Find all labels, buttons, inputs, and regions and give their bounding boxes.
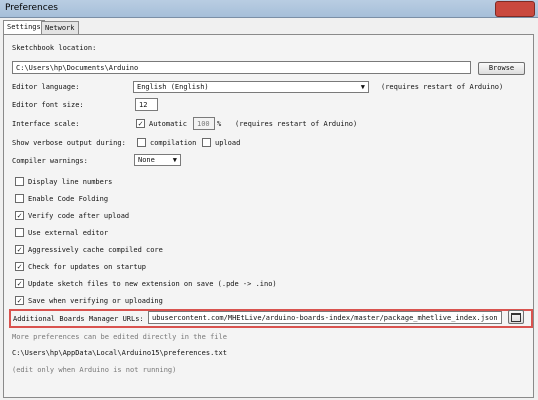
font-size-input[interactable]: 12 <box>135 98 158 111</box>
cache-core-checkbox[interactable]: ✓ <box>15 245 24 254</box>
window-icon <box>511 312 521 322</box>
title-bar: Preferences <box>0 0 538 18</box>
browse-button[interactable]: Browse <box>478 62 525 75</box>
option-label: Aggressively cache compiled core <box>28 246 163 254</box>
compiler-warnings-value: None <box>138 156 155 164</box>
option-label: Check for updates on startup <box>28 263 147 271</box>
save-when-verifying-checkbox[interactable]: ✓ <box>15 296 24 305</box>
update-extension-checkbox[interactable]: ✓ <box>15 279 24 288</box>
verbose-compilation-checkbox[interactable] <box>137 138 146 147</box>
close-button[interactable] <box>495 1 535 17</box>
check-updates-checkbox[interactable]: ✓ <box>15 262 24 271</box>
option-label: Update sketch files to new extension on … <box>28 280 277 288</box>
preferences-path: C:\Users\hp\AppData\Local\Arduino15\pref… <box>12 349 227 357</box>
editor-language-select[interactable]: English (English) ▼ <box>133 81 369 93</box>
display-line-numbers-checkbox[interactable] <box>15 177 24 186</box>
external-editor-checkbox[interactable] <box>15 228 24 237</box>
editor-language-note: (requires restart of Arduino) <box>381 83 504 91</box>
tab-network[interactable]: Network <box>41 21 79 34</box>
window-title: Preferences <box>5 3 58 13</box>
scale-unit: % <box>217 120 222 128</box>
compiler-warnings-select[interactable]: None ▼ <box>134 154 181 166</box>
preferences-content: Settings Network Sketchbook location: C:… <box>0 18 538 400</box>
verbose-label: Show verbose output during: <box>12 139 126 147</box>
boards-manager-label: Additional Boards Manager URLs: <box>13 315 144 323</box>
automatic-checkbox[interactable]: ✓ <box>136 119 145 128</box>
verify-code-checkbox[interactable]: ✓ <box>15 211 24 220</box>
interface-scale-label: Interface scale: <box>12 120 80 128</box>
chevron-down-icon: ▼ <box>172 156 177 164</box>
verbose-upload-label: upload <box>215 139 241 147</box>
automatic-label: Automatic <box>149 120 187 128</box>
more-prefs-text: More preferences can be edited directly … <box>12 333 227 341</box>
option-label: Display line numbers <box>28 178 113 186</box>
editor-language-value: English (English) <box>137 83 209 91</box>
editor-font-size-label: Editor font size: <box>12 101 84 109</box>
editor-language-label: Editor language: <box>12 83 80 91</box>
chevron-down-icon: ▼ <box>360 83 365 91</box>
option-label: Use external editor <box>28 229 109 237</box>
sketchbook-label: Sketchbook location: <box>12 44 97 52</box>
enable-code-folding-checkbox[interactable] <box>15 194 24 203</box>
boards-manager-url-input[interactable]: ubusercontent.com/MHEtLive/arduino-board… <box>148 311 502 324</box>
verbose-compilation-label: compilation <box>150 139 197 147</box>
verbose-upload-checkbox[interactable] <box>202 138 211 147</box>
interface-scale-note: (requires restart of Arduino) <box>235 120 358 128</box>
scale-input[interactable]: 100 <box>193 117 215 130</box>
compiler-warnings-label: Compiler warnings: <box>12 157 88 165</box>
sketchbook-location-input[interactable]: C:\Users\hp\Documents\Arduino <box>12 61 471 74</box>
edit-note: (edit only when Arduino is not running) <box>12 366 177 374</box>
option-label: Enable Code Folding <box>28 195 109 203</box>
tab-settings[interactable]: Settings <box>3 20 45 35</box>
option-label: Save when verifying or uploading <box>28 297 163 305</box>
option-label: Verify code after upload <box>28 212 130 220</box>
settings-panel: Sketchbook location: C:\Users\hp\Documen… <box>3 34 534 398</box>
edit-urls-button[interactable] <box>508 310 524 324</box>
